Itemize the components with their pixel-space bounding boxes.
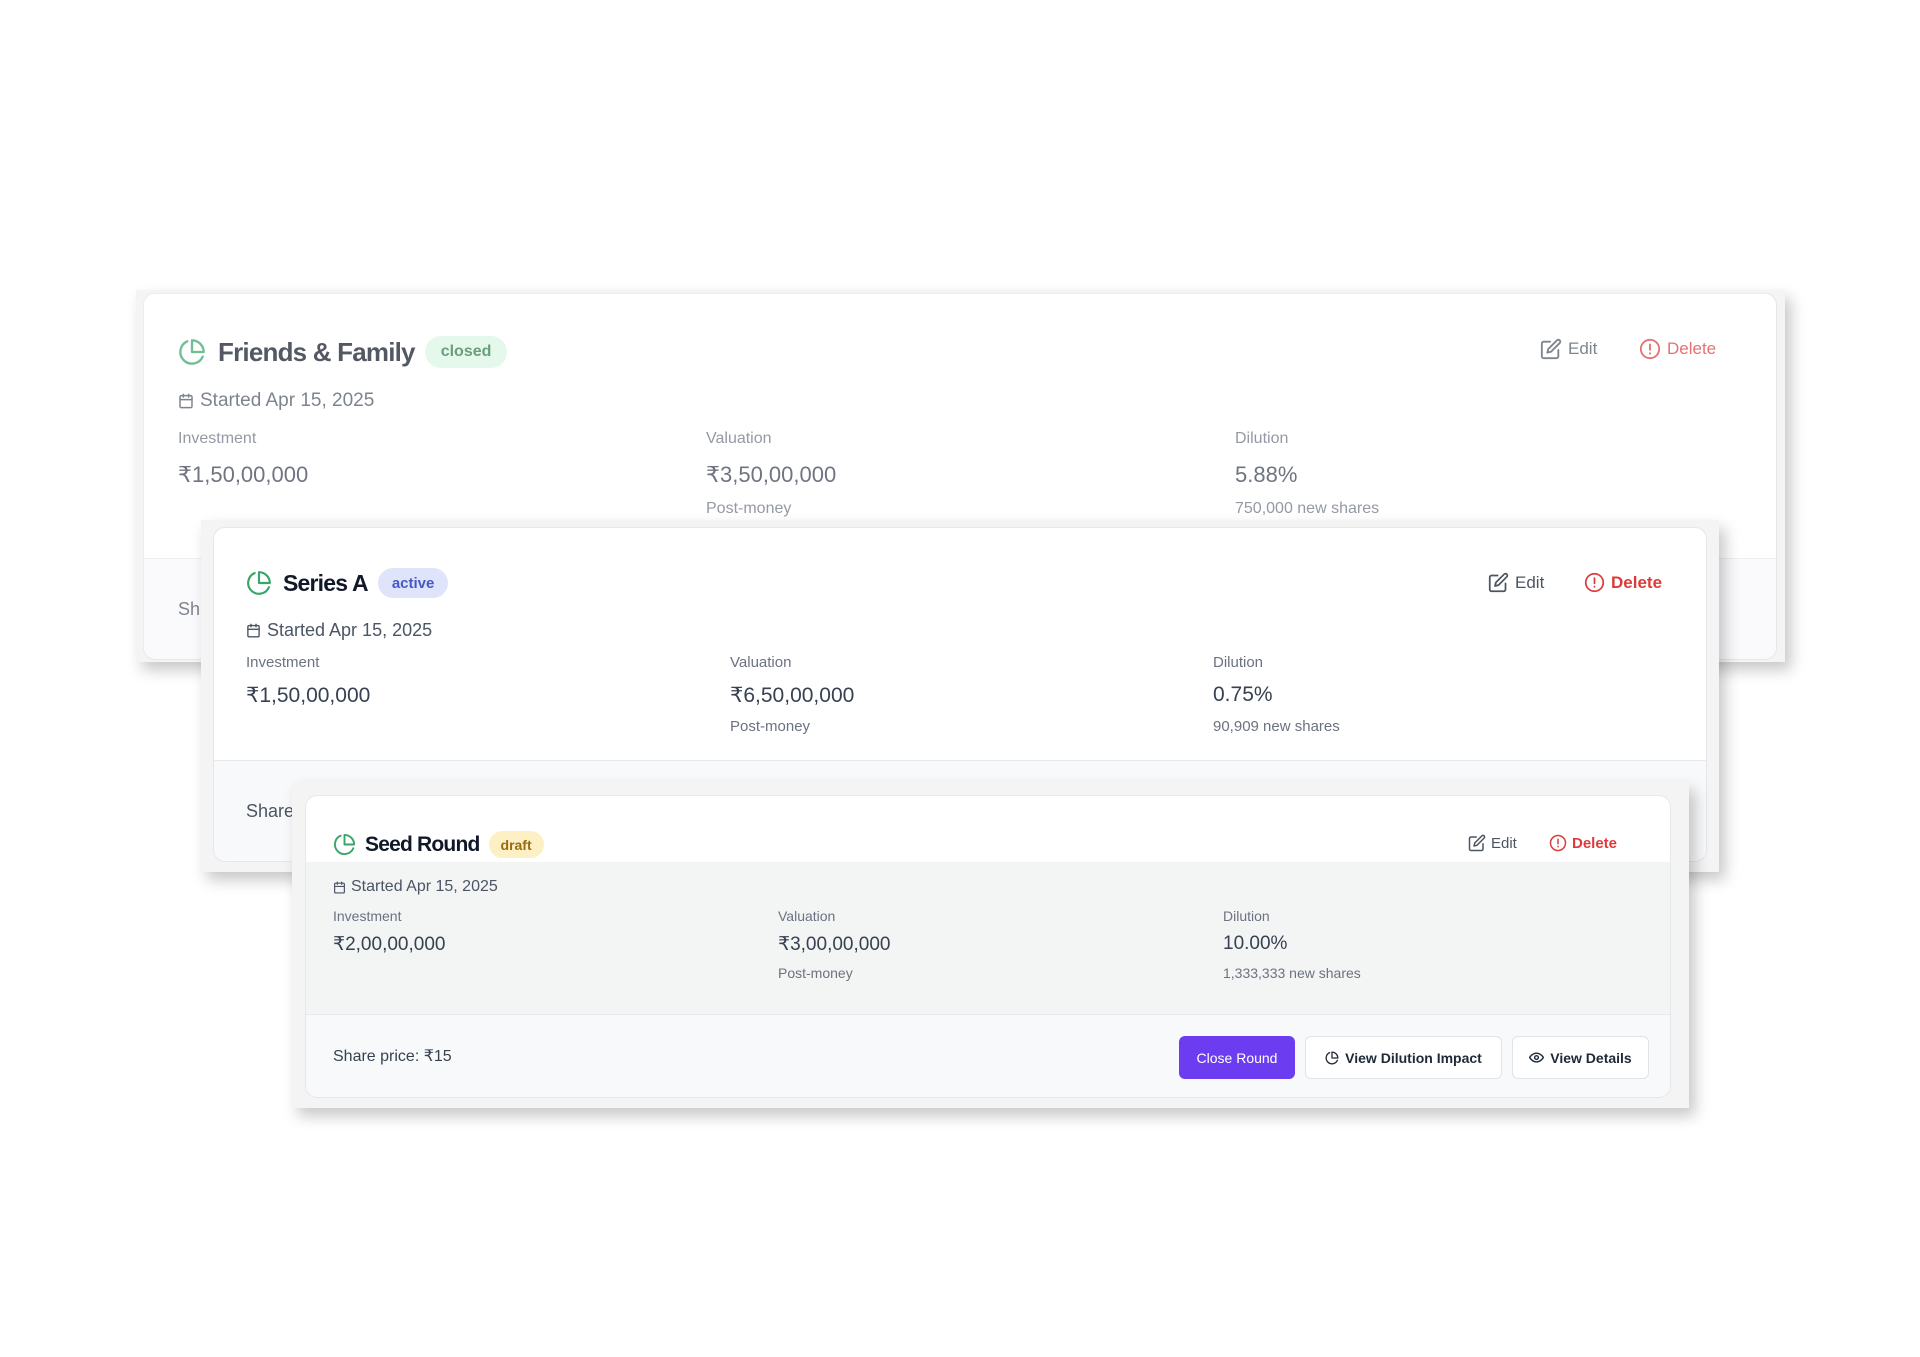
round-name: Series A — [283, 569, 369, 596]
dilution-note: 90,909 new shares — [1213, 718, 1340, 735]
pie-chart-icon — [333, 833, 356, 856]
round-title-row: Series A active — [246, 568, 449, 598]
pie-chart-icon — [1325, 1051, 1339, 1065]
investment-label: Investment — [246, 654, 320, 671]
status-badge: active — [377, 568, 449, 598]
calendar-icon — [333, 880, 346, 894]
calendar-icon — [246, 623, 261, 638]
dilution-label: Dilution — [1223, 908, 1270, 924]
dilution-note: 1,333,333 new shares — [1223, 965, 1361, 981]
investment-label: Investment — [333, 908, 402, 924]
delete-label: Delete — [1611, 572, 1663, 592]
view-dilution-impact-label: View Dilution Impact — [1345, 1049, 1482, 1066]
delete-button[interactable]: Delete — [1549, 834, 1617, 852]
delete-button[interactable]: Delete — [1584, 572, 1662, 593]
investment-value: ₹1,50,00,000 — [246, 684, 371, 707]
round-title-row: Seed Round draft — [333, 831, 544, 858]
share-price-text: Share — [246, 800, 295, 821]
round-card-seed-round: Seed Round draft Edit Delete Started Apr… — [305, 795, 1671, 1098]
delete-label: Delete — [1572, 834, 1618, 852]
alert-circle-icon — [1549, 834, 1567, 852]
start-date: Started Apr 15, 2025 — [246, 620, 432, 641]
valuation-note: Post-money — [778, 965, 853, 981]
view-dilution-impact-button[interactable]: View Dilution Impact — [1305, 1036, 1502, 1079]
start-date-text: Started Apr 15, 2025 — [351, 878, 498, 895]
dilution-label: Dilution — [1213, 654, 1264, 671]
alert-circle-icon — [1584, 572, 1605, 593]
valuation-label: Valuation — [730, 654, 792, 671]
valuation-value: ₹3,00,00,000 — [778, 934, 891, 955]
close-round-button[interactable]: Close Round — [1179, 1036, 1295, 1079]
valuation-label: Valuation — [778, 908, 836, 924]
view-details-label: View Details — [1550, 1049, 1632, 1066]
valuation-note: Post-money — [730, 718, 811, 735]
round-name: Seed Round — [365, 832, 480, 856]
pie-chart-icon — [246, 570, 272, 596]
eye-icon — [1529, 1050, 1545, 1065]
dilution-value: 10.00% — [1223, 933, 1288, 954]
valuation-value: ₹6,50,00,000 — [730, 684, 855, 707]
investment-value: ₹2,00,00,000 — [333, 934, 446, 955]
edit-button[interactable]: Edit — [1468, 834, 1517, 852]
view-details-button[interactable]: View Details — [1512, 1036, 1649, 1079]
edit-icon — [1488, 572, 1509, 593]
edit-label: Edit — [1491, 834, 1517, 852]
edit-label: Edit — [1515, 572, 1545, 592]
edit-button[interactable]: Edit — [1488, 572, 1544, 593]
share-price-text: Share price: ₹15 — [333, 1048, 452, 1065]
dilution-value: 0.75% — [1213, 683, 1273, 706]
round-details-area — [306, 862, 1670, 1014]
edit-icon — [1468, 834, 1486, 852]
start-date-text: Started Apr 15, 2025 — [267, 620, 433, 640]
status-badge: draft — [488, 831, 544, 858]
start-date: Started Apr 15, 2025 — [333, 878, 498, 896]
close-round-label: Close Round — [1196, 1049, 1278, 1066]
